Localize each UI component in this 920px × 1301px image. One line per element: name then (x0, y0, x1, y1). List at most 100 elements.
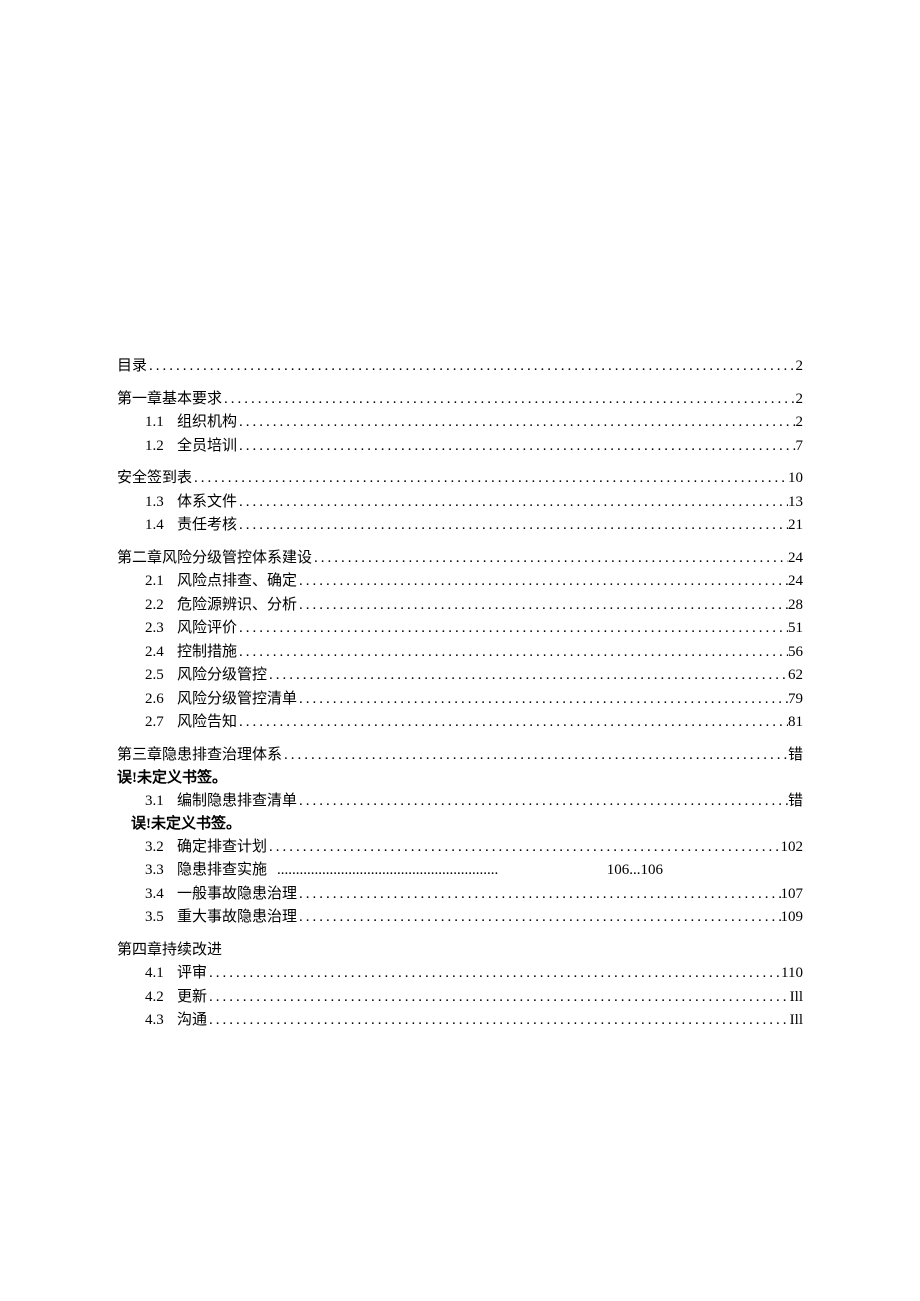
toc-page: 79 (788, 688, 803, 711)
toc-number: 4.2 (145, 986, 177, 1009)
toc-entry-chapter3: 第三章隐患排查治理体系 错 (117, 744, 803, 767)
toc-number: 2.4 (145, 641, 177, 664)
toc-number: 2.7 (145, 711, 177, 734)
toc-number: 2.1 (145, 570, 177, 593)
toc-entry-1-1: 1.1 组织机构 2 (117, 411, 803, 434)
toc-number: 3.1 (145, 790, 177, 813)
toc-page: 110 (781, 962, 803, 985)
toc-leader-dots (267, 836, 780, 859)
toc-title: 重大事故隐患治理 (177, 906, 297, 929)
toc-leader-dots (207, 986, 790, 1009)
toc-number: 1.2 (145, 435, 177, 458)
toc-title: 风险告知 (177, 711, 237, 734)
toc-leader-dots (297, 688, 788, 711)
toc-title: 评审 (177, 962, 207, 985)
toc-entry-3-4: 3.4 一般事故隐患治理 107 (117, 883, 803, 906)
toc-title: 第四章持续改进 (117, 939, 222, 962)
toc-title: 更新 (177, 986, 207, 1009)
toc-leader-dots (237, 617, 788, 640)
toc-number: 2.3 (145, 617, 177, 640)
toc-title: 沟通 (177, 1009, 207, 1032)
toc-page: 24 (788, 547, 803, 570)
toc-number: 1.3 (145, 491, 177, 514)
toc-error-bookmark: 误!未定义书签。 (117, 767, 803, 790)
toc-entry-2-6: 2.6 风险分级管控清单 79 (117, 688, 803, 711)
toc-entry-1-4: 1.4 责任考核 21 (117, 514, 803, 537)
toc-page: 56 (788, 641, 803, 664)
toc-entry-2-7: 2.7 风险告知 81 (117, 711, 803, 734)
toc-title: 全员培训 (177, 435, 237, 458)
toc-leader-dots (237, 491, 788, 514)
toc-page: 102 (781, 836, 804, 859)
toc-leader-dots (282, 744, 788, 767)
toc-page: 10 (788, 467, 803, 490)
toc-entry-2-4: 2.4 控制措施 56 (117, 641, 803, 664)
toc-leader-dots (237, 514, 788, 537)
toc-number: 1.4 (145, 514, 177, 537)
toc-title: 体系文件 (177, 491, 237, 514)
toc-entry-3-3: 3.3 隐患排查实施 106...106 (117, 859, 803, 882)
toc-title: 风险分级管控 (177, 664, 267, 687)
toc-title: 风险评价 (177, 617, 237, 640)
toc-leader-dots (237, 641, 788, 664)
toc-entry-mulu: 目录 2 (117, 355, 803, 378)
toc-entry-1-2: 1.2 全员培训 7 (117, 435, 803, 458)
toc-leader-dots (222, 388, 795, 411)
toc-page: 28 (788, 594, 803, 617)
table-of-contents: 目录 2 第一章基本要求 2 1.1 组织机构 2 1.2 全员培训 7 安全签… (117, 355, 803, 1032)
toc-title: 组织机构 (177, 411, 237, 434)
toc-leader-dots (237, 411, 795, 434)
toc-title: 控制措施 (177, 641, 237, 664)
toc-entry-2-1: 2.1 风险点排查、确定 24 (117, 570, 803, 593)
toc-number: 1.1 (145, 411, 177, 434)
toc-entry-chapter4: 第四章持续改进 (117, 939, 803, 962)
toc-entry-1-3: 1.3 体系文件 13 (117, 491, 803, 514)
toc-title: 第三章隐患排查治理体系 (117, 744, 282, 767)
toc-page: 51 (788, 617, 803, 640)
toc-leader-dots (207, 962, 781, 985)
toc-number: 4.1 (145, 962, 177, 985)
toc-entry-3-2: 3.2 确定排查计划 102 (117, 836, 803, 859)
toc-leader-dots (297, 906, 780, 929)
toc-number: 3.3 (145, 859, 177, 882)
toc-leader-dots (192, 467, 788, 490)
toc-title: 风险点排查、确定 (177, 570, 297, 593)
toc-page: 7 (796, 435, 804, 458)
toc-number: 3.5 (145, 906, 177, 929)
toc-number: 2.2 (145, 594, 177, 617)
toc-entry-2-5: 2.5 风险分级管控 62 (117, 664, 803, 687)
toc-leader-dots (147, 355, 795, 378)
toc-title: 责任考核 (177, 514, 237, 537)
toc-entry-2-3: 2.3 风险评价 51 (117, 617, 803, 640)
toc-page: 13 (788, 491, 803, 514)
toc-title: 确定排查计划 (177, 836, 267, 859)
toc-title: 风险分级管控清单 (177, 688, 297, 711)
toc-page: 21 (788, 514, 803, 537)
toc-error-bookmark: 误!未定义书签。 (117, 813, 803, 836)
toc-entry-chapter2: 第二章风险分级管控体系建设 24 (117, 547, 803, 570)
toc-entry-3-5: 3.5 重大事故隐患治理 109 (117, 906, 803, 929)
toc-title: 安全签到表 (117, 467, 192, 490)
toc-title: 第一章基本要求 (117, 388, 222, 411)
toc-page: 107 (781, 883, 804, 906)
toc-leader-dots (207, 1009, 790, 1032)
toc-entry-2-2: 2.2 危险源辨识、分析 28 (117, 594, 803, 617)
toc-title: 目录 (117, 355, 147, 378)
toc-leader-dots (267, 664, 788, 687)
toc-leader-dots (297, 570, 788, 593)
toc-page: 81 (788, 711, 803, 734)
toc-number: 3.4 (145, 883, 177, 906)
toc-entry-3-1: 3.1 编制隐患排查清单 错 (117, 790, 803, 813)
toc-page: Ill (790, 986, 803, 1009)
toc-title: 第二章风险分级管控体系建设 (117, 547, 312, 570)
toc-entry-safety: 安全签到表 10 (117, 467, 803, 490)
toc-leader-dots (312, 547, 788, 570)
toc-entry-4-1: 4.1 评审 110 (117, 962, 803, 985)
toc-page: 109 (781, 906, 804, 929)
toc-leader-dots (297, 790, 788, 813)
toc-entry-4-3: 4.3 沟通 Ill (117, 1009, 803, 1032)
toc-page: 24 (788, 570, 803, 593)
toc-page: 错 (788, 790, 803, 813)
toc-number: 3.2 (145, 836, 177, 859)
toc-leader-dots (237, 435, 795, 458)
